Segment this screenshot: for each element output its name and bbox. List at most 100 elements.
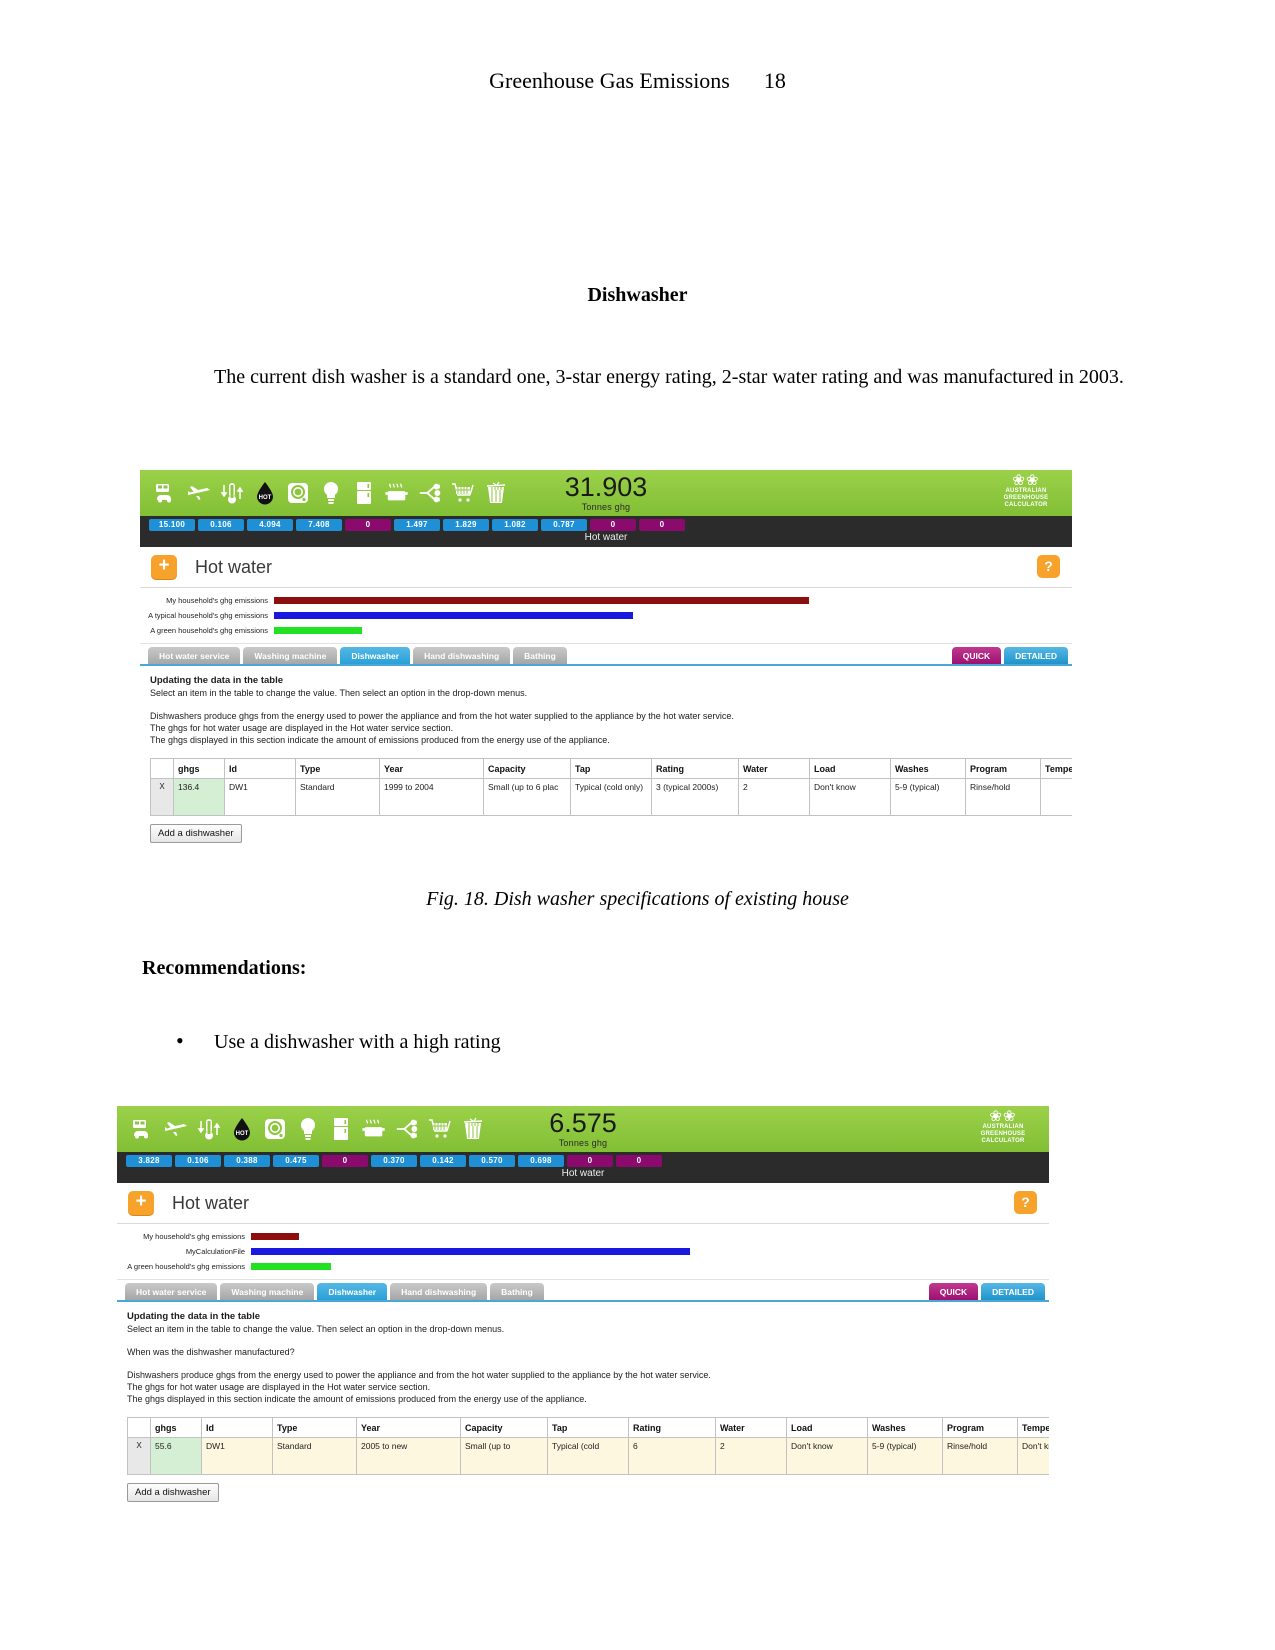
help-button[interactable]: ? bbox=[1014, 1191, 1037, 1214]
chart-bar-fill bbox=[251, 1262, 331, 1270]
tab-detailed[interactable]: DETAILED bbox=[981, 1283, 1045, 1300]
category-badge-4[interactable]: 0 bbox=[322, 1154, 368, 1167]
category-badge-0[interactable]: 15.100 bbox=[149, 518, 195, 531]
power-plug-icon[interactable] bbox=[418, 480, 442, 506]
car-icon[interactable] bbox=[154, 480, 178, 506]
category-badge-9[interactable]: 0 bbox=[590, 518, 636, 531]
table-cell[interactable]: 5-9 (typical) bbox=[890, 778, 966, 816]
table-cell[interactable]: 5-9 (typical) bbox=[867, 1437, 943, 1475]
table-cell[interactable]: Standard bbox=[272, 1437, 357, 1475]
fridge-icon[interactable] bbox=[352, 480, 376, 506]
category-badge-10[interactable]: 0 bbox=[639, 518, 685, 531]
thermometer-icon[interactable] bbox=[197, 1116, 221, 1142]
expand-plus-button[interactable]: + bbox=[151, 555, 177, 579]
table-cell[interactable]: Standard bbox=[295, 778, 380, 816]
category-badge-8[interactable]: 0.698 bbox=[518, 1154, 564, 1167]
cooking-pot-icon[interactable] bbox=[362, 1116, 386, 1142]
tab-hot-water-service[interactable]: Hot water service bbox=[148, 647, 241, 664]
tab-bathing[interactable]: Bathing bbox=[513, 647, 567, 664]
table-cell[interactable]: 1999 to 2004 bbox=[379, 778, 484, 816]
table-cell[interactable]: Don't know bbox=[786, 1437, 868, 1475]
tab-quick[interactable]: QUICK bbox=[951, 647, 1002, 664]
table-cell[interactable]: 2 bbox=[715, 1437, 787, 1475]
tab-hand-dishwashing[interactable]: Hand dishwashing bbox=[390, 1283, 488, 1300]
category-badge-7[interactable]: 1.082 bbox=[492, 518, 538, 531]
table-row[interactable]: X 55.6 DW1 Standard 2005 to new Small (up to T… bbox=[127, 1437, 1049, 1475]
waste-bin-icon[interactable] bbox=[461, 1116, 485, 1142]
table-cell[interactable] bbox=[1040, 778, 1072, 816]
dishwasher-table-1[interactable]: ghgs Id Type Year Capacity Tap Rating Water Load… bbox=[150, 758, 1072, 816]
tab-dishwasher[interactable]: Dishwasher bbox=[317, 1283, 388, 1300]
cell-ghgs[interactable]: 55.6 bbox=[150, 1437, 202, 1475]
dishwasher-table-2[interactable]: ghgs Id Type Year Capacity Tap Rating Water Load… bbox=[127, 1417, 1049, 1475]
tab-quick[interactable]: QUICK bbox=[928, 1283, 979, 1300]
column-header-water: Water bbox=[715, 1417, 787, 1438]
category-badge-3[interactable]: 7.408 bbox=[296, 518, 342, 531]
table-cell[interactable]: DW1 bbox=[224, 778, 296, 816]
category-badge-1[interactable]: 0.106 bbox=[175, 1154, 221, 1167]
delete-row-button[interactable]: X bbox=[150, 778, 174, 816]
table-cell[interactable]: 2 bbox=[738, 778, 810, 816]
category-badge-0[interactable]: 3.828 bbox=[126, 1154, 172, 1167]
table-cell[interactable]: Rinse/hold bbox=[942, 1437, 1018, 1475]
category-badge-6[interactable]: 1.829 bbox=[443, 518, 489, 531]
table-cell[interactable]: Don't know bbox=[1017, 1437, 1049, 1475]
category-badge-5[interactable]: 0.370 bbox=[371, 1154, 417, 1167]
category-badge-6[interactable]: 0.142 bbox=[420, 1154, 466, 1167]
tab-dishwasher[interactable]: Dishwasher bbox=[340, 647, 411, 664]
help-button[interactable]: ? bbox=[1037, 555, 1060, 578]
table-cell[interactable]: Small (up to 6 plac bbox=[483, 778, 571, 816]
washing-machine-icon[interactable] bbox=[263, 1116, 287, 1142]
table-cell[interactable]: Small (up to bbox=[460, 1437, 548, 1475]
category-badge-3[interactable]: 0.475 bbox=[273, 1154, 319, 1167]
table-cell[interactable]: Typical (cold only) bbox=[570, 778, 652, 816]
table-cell[interactable]: Don't know bbox=[809, 778, 891, 816]
add-dishwasher-button[interactable]: Add a dishwasher bbox=[150, 824, 242, 843]
fridge-icon[interactable] bbox=[329, 1116, 353, 1142]
airplane-icon[interactable] bbox=[164, 1116, 188, 1142]
shopping-cart-icon[interactable] bbox=[451, 480, 475, 506]
airplane-icon[interactable] bbox=[187, 480, 211, 506]
light-bulb-icon[interactable] bbox=[319, 480, 343, 506]
tab-washing-machine[interactable]: Washing machine bbox=[243, 647, 338, 664]
power-plug-icon[interactable] bbox=[395, 1116, 419, 1142]
tab-hot-water-service[interactable]: Hot water service bbox=[125, 1283, 218, 1300]
tab-washing-machine[interactable]: Washing machine bbox=[220, 1283, 315, 1300]
column-header-washes: Washes bbox=[890, 758, 966, 779]
light-bulb-icon[interactable] bbox=[296, 1116, 320, 1142]
category-badge-5[interactable]: 1.497 bbox=[394, 518, 440, 531]
column-header-year: Year bbox=[379, 758, 484, 779]
table-row[interactable]: X 136.4 DW1 Standard 1999 to 2004 Small (up t… bbox=[150, 778, 1072, 816]
table-cell[interactable]: DW1 bbox=[201, 1437, 273, 1475]
washing-machine-icon[interactable] bbox=[286, 480, 310, 506]
expand-plus-button[interactable]: + bbox=[128, 1191, 154, 1215]
thermometer-icon[interactable] bbox=[220, 480, 244, 506]
category-badge-4[interactable]: 0 bbox=[345, 518, 391, 531]
add-dishwasher-button[interactable]: Add a dishwasher bbox=[127, 1483, 219, 1502]
chart-bar-fill bbox=[274, 626, 362, 634]
car-icon[interactable] bbox=[131, 1116, 155, 1142]
cooking-pot-icon[interactable] bbox=[385, 480, 409, 506]
tab-bathing[interactable]: Bathing bbox=[490, 1283, 544, 1300]
category-badge-2[interactable]: 0.388 bbox=[224, 1154, 270, 1167]
table-cell[interactable]: Typical (cold bbox=[547, 1437, 629, 1475]
table-cell[interactable]: Rinse/hold bbox=[965, 778, 1041, 816]
hot-water-drop-icon[interactable]: HOT bbox=[230, 1116, 254, 1142]
category-badge-2[interactable]: 4.094 bbox=[247, 518, 293, 531]
category-badge-7[interactable]: 0.570 bbox=[469, 1154, 515, 1167]
category-badge-10[interactable]: 0 bbox=[616, 1154, 662, 1167]
category-badge-1[interactable]: 0.106 bbox=[198, 518, 244, 531]
cell-ghgs[interactable]: 136.4 bbox=[173, 778, 225, 816]
table-cell[interactable]: 6 bbox=[628, 1437, 716, 1475]
table-cell[interactable]: 2005 to new bbox=[356, 1437, 461, 1475]
delete-row-button[interactable]: X bbox=[127, 1437, 151, 1475]
category-badge-8[interactable]: 0.787 bbox=[541, 518, 587, 531]
tab-hand-dishwashing[interactable]: Hand dishwashing bbox=[413, 647, 511, 664]
category-badge-9[interactable]: 0 bbox=[567, 1154, 613, 1167]
hot-water-drop-icon[interactable]: HOT bbox=[253, 480, 277, 506]
waste-bin-icon[interactable] bbox=[484, 480, 508, 506]
table-cell[interactable]: 3 (typical 2000s) bbox=[651, 778, 739, 816]
shopping-cart-icon[interactable] bbox=[428, 1116, 452, 1142]
section-header-bar-2: + Hot water ? bbox=[117, 1183, 1049, 1224]
tab-detailed[interactable]: DETAILED bbox=[1004, 647, 1068, 664]
